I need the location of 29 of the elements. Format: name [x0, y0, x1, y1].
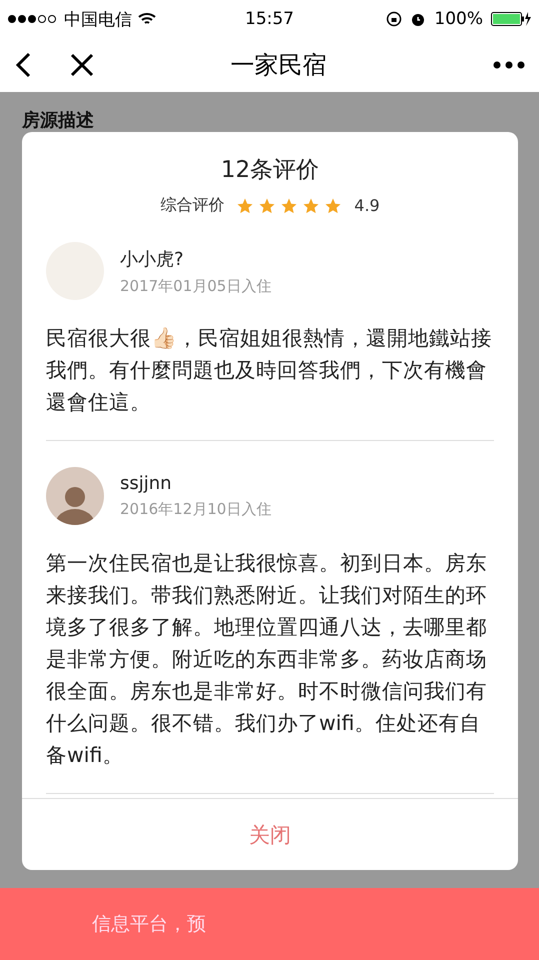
- star-icon: [236, 196, 254, 214]
- section-title: 房源描述: [22, 109, 95, 132]
- stay-date: 2016年12月10日入住: [120, 500, 272, 519]
- close-button[interactable]: 关闭: [22, 798, 518, 870]
- alarm-icon: [410, 11, 426, 27]
- battery-percent: 100%: [434, 9, 483, 29]
- star-icon: [280, 196, 298, 214]
- rotation-lock-icon: [386, 11, 402, 27]
- review-text: 民宿很大很👍🏻，民宿姐姐很熱情，還開地鐵站接我們。有什麼問題也及時回答我們，下次有機會還會住這。: [46, 325, 493, 416]
- clock-time: 15:57: [245, 9, 294, 29]
- star-icon: [324, 196, 342, 214]
- star-icon: [258, 196, 276, 214]
- wifi-icon: [138, 12, 156, 26]
- rating-label: 综合评价: [160, 195, 224, 216]
- review-text: 第一次住民宿也是让我很惊喜。初到日本。房东来接我们。带我们熟悉附近。让我们对陌生的环境多了很多了解。地理位置四通八达，去哪里都是非常方便。附近吃的东西非常多。药妆店商场很全面。房东也是非常好。时不时微信问我们有什么问题。很不错。我们办了wifi。住处还有自备wifi。: [46, 550, 488, 769]
- reviewer-name: ssjjnn: [120, 473, 173, 494]
- bottom-bar[interactable]: 信息平台，预: [0, 888, 539, 960]
- star-icon: [302, 196, 320, 214]
- signal-icon: [8, 15, 58, 23]
- reviewer-name: 小小虎?: [120, 248, 185, 270]
- close-icon[interactable]: [70, 53, 94, 77]
- battery-charging-icon: [491, 11, 531, 27]
- stay-date: 2017年01月05日入住: [120, 276, 272, 296]
- page-title: 一家民宿: [230, 50, 328, 81]
- dialog-title: 12条评价: [220, 156, 320, 185]
- back-icon[interactable]: [14, 52, 32, 78]
- more-icon[interactable]: [493, 60, 525, 70]
- carrier-name: 中国电信: [64, 8, 132, 30]
- rating-score: 4.9: [354, 196, 380, 215]
